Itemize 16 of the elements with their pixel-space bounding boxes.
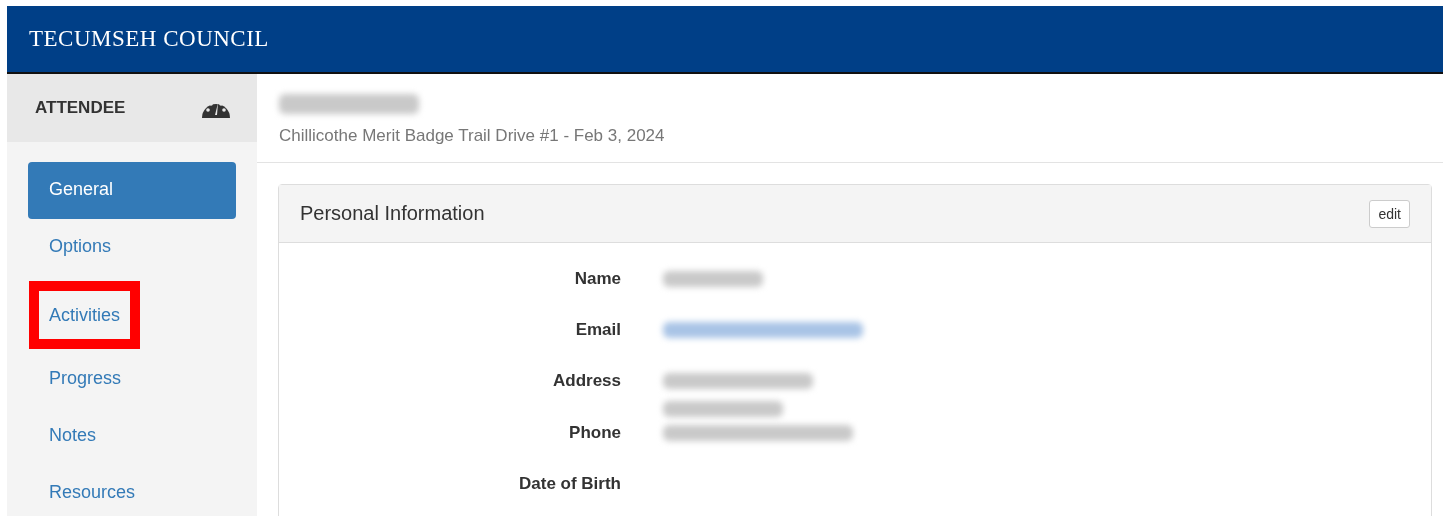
event-subtitle: Chillicothe Merit Badge Trail Drive #1 - Feb 3, 2024 [279, 126, 666, 146]
nav-link[interactable]: Notes [28, 408, 236, 465]
field-label: Address [551, 370, 621, 392]
nav-link[interactable]: Activities [39, 301, 130, 329]
field-label: Phone [568, 422, 621, 444]
field-label: Date of Birth [518, 473, 621, 495]
edit-button[interactable]: edit [1369, 199, 1410, 228]
nav-link[interactable]: Resources [28, 465, 236, 516]
nav-link[interactable]: Progress [28, 351, 236, 408]
panel-title: Personal Information [300, 202, 485, 225]
sidebar-title: ATTENDEE [35, 98, 126, 118]
field-label: Email [574, 319, 621, 341]
nav-link[interactable]: Options [28, 219, 236, 276]
council-title: TECUMSEH COUNCIL [29, 26, 269, 52]
field-label: Name [573, 268, 621, 290]
nav-link[interactable]: General [28, 162, 236, 219]
